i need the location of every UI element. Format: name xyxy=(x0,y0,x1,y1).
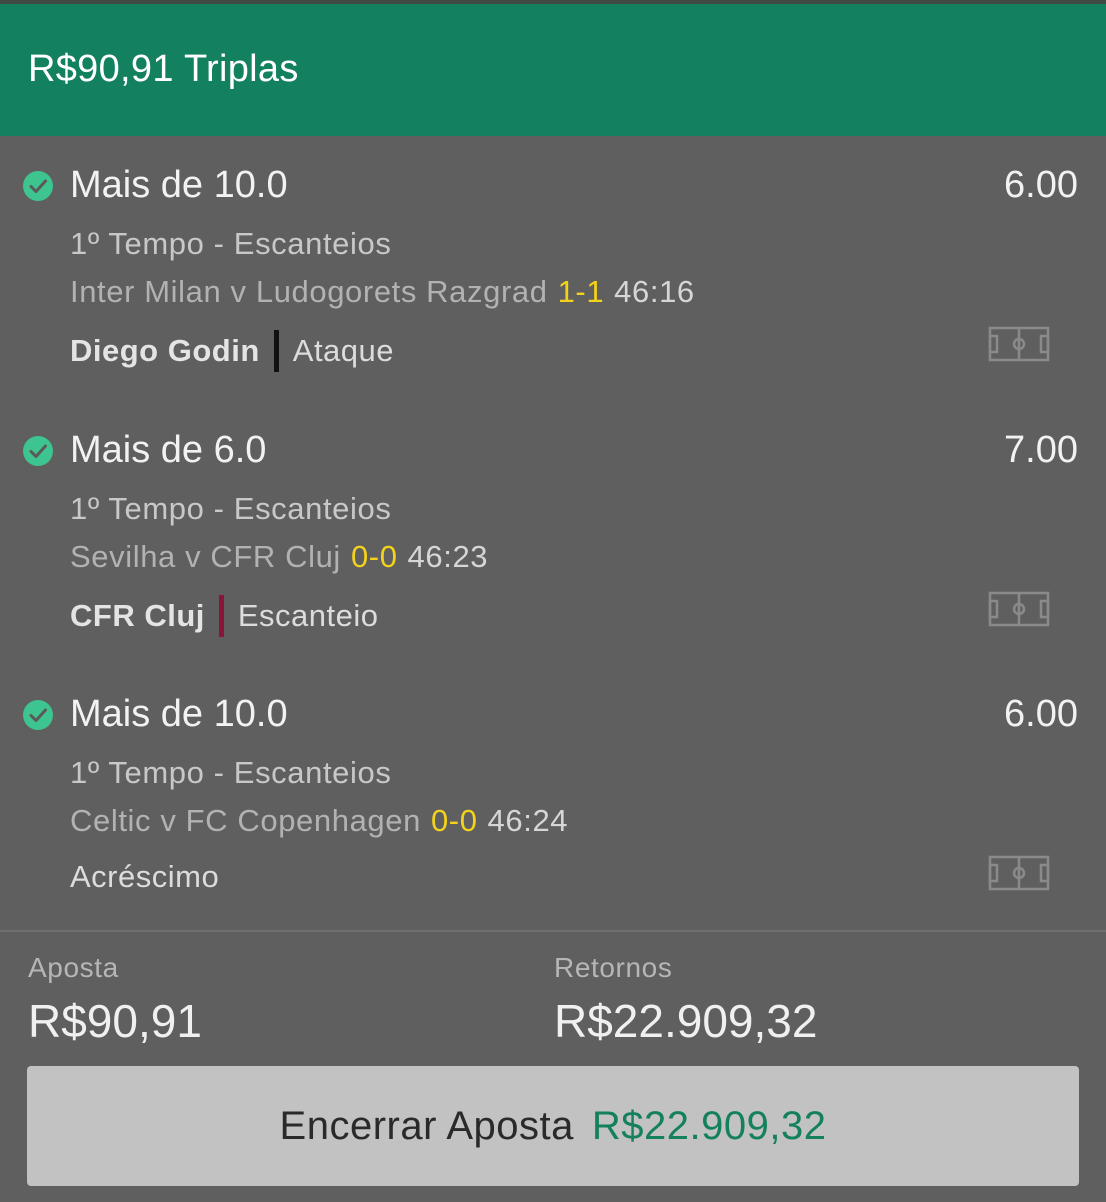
selection-name: Mais de 6.0 xyxy=(70,429,267,471)
market-name: 1º Tempo - Escanteios xyxy=(70,226,392,261)
status-event: Ataque xyxy=(292,333,395,368)
status-event: Acréscimo xyxy=(70,859,220,894)
team-color-bar xyxy=(218,595,224,637)
event-score: 0-0 xyxy=(430,803,478,838)
cashout-amount: R$22.909,32 xyxy=(591,1103,827,1148)
event-name[interactable]: Sevilha v CFR Cluj xyxy=(70,539,341,574)
team-color-bar xyxy=(273,330,279,372)
event-score: 0-0 xyxy=(350,539,398,574)
selection-name: Mais de 10.0 xyxy=(70,693,288,735)
selection-name: Mais de 10.0 xyxy=(70,164,288,206)
selection-odds: 6.00 xyxy=(1004,693,1078,735)
cashout-label: Encerrar Aposta xyxy=(279,1103,574,1148)
event-clock: 46:16 xyxy=(614,274,695,309)
returns-label: Retornos xyxy=(554,952,673,983)
selection-item: Mais de 10.0 6.00 1º Tempo - Escanteios … xyxy=(0,136,1106,400)
live-status: Diego Godin Ataque xyxy=(70,330,394,372)
bet-header[interactable]: R$90,91 Triplas xyxy=(0,4,1106,136)
live-status: CFR Cluj Escanteio xyxy=(70,595,379,637)
selection-item: Mais de 6.0 7.00 1º Tempo - Escanteios S… xyxy=(0,401,1106,665)
event-line: Celtic v FC Copenhagen 0-0 46:24 xyxy=(70,803,568,839)
event-score: 1-1 xyxy=(557,274,605,309)
event-clock: 46:23 xyxy=(407,539,489,574)
football-pitch-icon[interactable] xyxy=(988,855,1050,891)
returns-value: R$22.909,32 xyxy=(554,995,818,1047)
check-circle-icon xyxy=(23,436,53,466)
stake-value: R$90,91 xyxy=(28,995,202,1047)
bet-footer: Aposta R$90,91 Retornos R$22.909,32 Ence… xyxy=(0,930,1106,1202)
market-name: 1º Tempo - Escanteios xyxy=(70,755,392,790)
event-clock: 46:24 xyxy=(487,803,569,838)
status-event: Escanteio xyxy=(237,598,379,633)
selection-odds: 7.00 xyxy=(1004,429,1078,471)
status-team: CFR Cluj xyxy=(70,598,205,633)
football-pitch-icon[interactable] xyxy=(988,591,1050,627)
event-name[interactable]: Celtic v FC Copenhagen xyxy=(70,803,421,838)
live-status: Acréscimo xyxy=(70,859,219,895)
cashout-button[interactable]: Encerrar Aposta R$22.909,32 xyxy=(27,1066,1079,1186)
check-circle-icon xyxy=(23,171,53,201)
selections-list: Mais de 10.0 6.00 1º Tempo - Escanteios … xyxy=(0,136,1106,930)
football-pitch-icon[interactable] xyxy=(988,326,1050,362)
market-name: 1º Tempo - Escanteios xyxy=(70,491,392,526)
event-name[interactable]: Inter Milan v Ludogorets Razgrad xyxy=(70,274,548,309)
event-line: Sevilha v CFR Cluj 0-0 46:23 xyxy=(70,539,488,575)
selection-odds: 6.00 xyxy=(1004,164,1078,206)
selection-item: Mais de 10.0 6.00 1º Tempo - Escanteios … xyxy=(0,665,1106,929)
status-team: Diego Godin xyxy=(70,333,260,368)
check-circle-icon xyxy=(23,700,53,730)
stake-label: Aposta xyxy=(28,952,119,983)
event-line: Inter Milan v Ludogorets Razgrad 1-1 46:16 xyxy=(70,274,695,310)
bet-title: R$90,91 Triplas xyxy=(28,48,299,90)
